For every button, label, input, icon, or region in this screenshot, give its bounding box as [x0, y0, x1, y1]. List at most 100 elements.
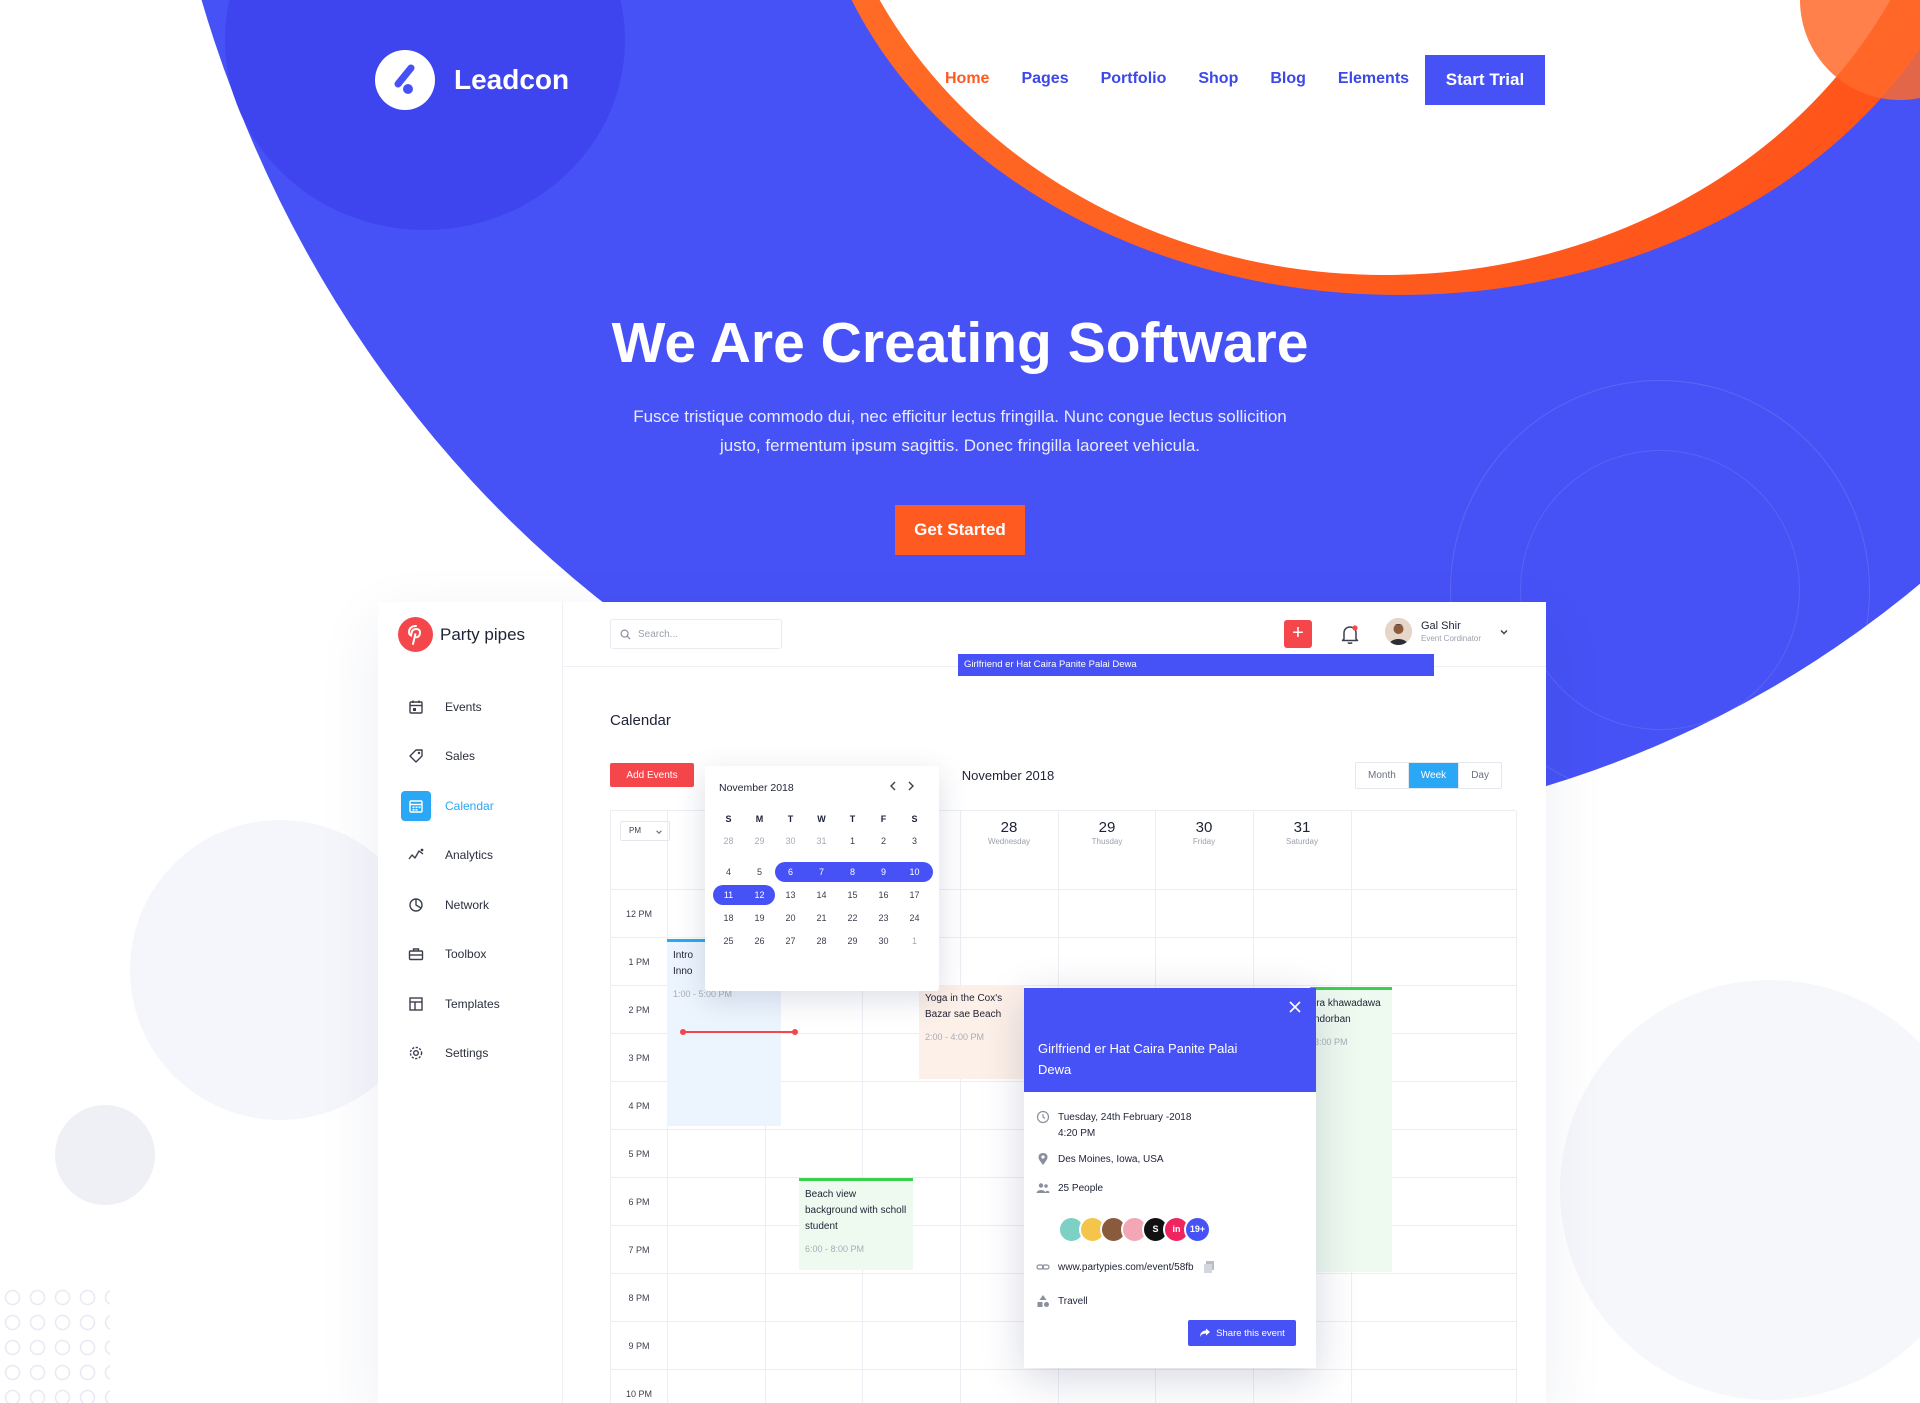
day-header[interactable]: 28 Wednesday: [960, 819, 1058, 846]
day-cell[interactable]: 19: [744, 909, 775, 927]
day-cell[interactable]: 16: [868, 886, 899, 904]
decor-soft-circle: [1560, 980, 1920, 1400]
user-info: Gal Shir Event Cordinator: [1421, 620, 1481, 643]
nav-blog[interactable]: Blog: [1270, 70, 1306, 88]
sidebar-item-analytics[interactable]: Analytics: [401, 839, 500, 872]
day-header[interactable]: 30 Friday: [1155, 819, 1253, 846]
day-cell[interactable]: 1: [837, 832, 868, 850]
day-cell[interactable]: 5: [744, 863, 775, 881]
day-cell[interactable]: 17: [899, 886, 930, 904]
day-cell[interactable]: 30: [868, 932, 899, 950]
notification-bell-icon[interactable]: [1338, 622, 1362, 646]
calendar-event[interactable]: Beach view background with scholl studen…: [799, 1178, 913, 1270]
day-cell[interactable]: 12: [744, 886, 775, 904]
period-select[interactable]: PM: [620, 821, 670, 841]
day-cell[interactable]: 23: [868, 909, 899, 927]
app-brand-name: Party pipes: [440, 624, 526, 644]
clock-icon: [1036, 1110, 1050, 1124]
weekday: T: [787, 814, 794, 824]
chevron-left-icon[interactable]: [885, 778, 901, 794]
day-cell[interactable]: 15: [837, 886, 868, 904]
day-cell[interactable]: 1: [899, 932, 930, 950]
sidebar-item-label: Analytics: [445, 848, 494, 862]
event-link[interactable]: www.partypies.com/event/58fb: [1058, 1260, 1194, 1276]
day-header[interactable]: 31 Saturday: [1253, 819, 1351, 846]
day-cell[interactable]: 29: [744, 832, 775, 850]
add-button[interactable]: +: [1284, 620, 1312, 648]
day-cell[interactable]: 11: [713, 886, 744, 904]
hero-title: We Are Creating Software: [611, 311, 1309, 375]
sidebar-item-settings[interactable]: Settings: [401, 1037, 500, 1070]
calendar-event[interactable]: ira khawadawa ndorban 3:00 PM: [1310, 987, 1392, 1272]
sidebar-item-calendar[interactable]: Calendar: [401, 789, 500, 822]
sidebar-item-events[interactable]: Events: [401, 690, 500, 723]
sidebar-item-sales[interactable]: Sales: [401, 740, 500, 773]
day-cell[interactable]: 13: [775, 886, 806, 904]
nav-shop[interactable]: Shop: [1198, 70, 1238, 88]
day-cell[interactable]: 10: [899, 863, 930, 881]
day-cell[interactable]: 29: [837, 932, 868, 950]
calendar-icon: [401, 692, 431, 722]
app-sidebar: Party pipes Events Sales Calendar Analyt…: [378, 602, 563, 1403]
sidebar-item-label: Calendar: [445, 798, 494, 813]
chevron-right-icon[interactable]: [903, 778, 919, 794]
nav-home[interactable]: Home: [945, 70, 989, 88]
weekday-row: S M T W T F S: [713, 810, 931, 828]
view-day-button[interactable]: Day: [1459, 763, 1501, 788]
day-number: 31: [1293, 819, 1311, 836]
share-event-button[interactable]: Share this event: [1188, 1320, 1296, 1346]
close-icon[interactable]: [1286, 998, 1304, 1016]
pinterest-logo-icon: [398, 617, 433, 652]
calendar-event[interactable]: Yoga in the Cox's Bazar sae Beach 2:00 -…: [919, 985, 1024, 1079]
day-cell[interactable]: 6: [775, 863, 806, 881]
start-trial-button[interactable]: Start Trial: [1425, 55, 1545, 105]
day-cell[interactable]: 14: [806, 886, 837, 904]
day-cell[interactable]: 24: [899, 909, 930, 927]
user-role: Event Cordinator: [1421, 634, 1482, 643]
nav-pages[interactable]: Pages: [1021, 70, 1068, 88]
tag-icon: [401, 741, 431, 771]
nav-elements[interactable]: Elements: [1338, 70, 1409, 88]
day-cell[interactable]: 20: [775, 909, 806, 927]
sidebar-item-label: Sales: [445, 749, 476, 763]
day-cell[interactable]: 28: [806, 932, 837, 950]
day-cell[interactable]: 27: [775, 932, 806, 950]
add-events-button[interactable]: Add Events: [610, 763, 694, 787]
day-cell[interactable]: 21: [806, 909, 837, 927]
event-datetime: Tuesday, 24th February -2018 4:20 PM: [1058, 1110, 1191, 1142]
day-cell[interactable]: 4: [713, 863, 744, 881]
sidebar-item-toolbox[interactable]: Toolbox: [401, 938, 500, 971]
view-month-button[interactable]: Month: [1356, 763, 1409, 788]
day-cell[interactable]: 28: [713, 832, 744, 850]
get-started-button[interactable]: Get Started: [895, 505, 1025, 555]
site-logo[interactable]: Leadcon: [375, 50, 569, 110]
view-week-button[interactable]: Week: [1408, 763, 1460, 788]
day-cell[interactable]: 7: [806, 863, 837, 881]
day-cell[interactable]: 8: [837, 863, 868, 881]
page-title: Calendar: [610, 712, 671, 729]
day-header[interactable]: 29 Thusday: [1058, 819, 1156, 846]
attendee-avatars[interactable]: S in 19+: [1058, 1216, 1211, 1243]
app-brand[interactable]: Party pipes: [398, 617, 525, 652]
day-cell[interactable]: 31: [806, 832, 837, 850]
sidebar-item-network[interactable]: Network: [401, 888, 500, 921]
leadcon-logo-icon: [375, 50, 435, 110]
copy-icon[interactable]: [1202, 1260, 1216, 1274]
day-cell[interactable]: 3: [899, 832, 930, 850]
day-cell[interactable]: 26: [744, 932, 775, 950]
day-cell[interactable]: 30: [775, 832, 806, 850]
mini-calendar: November 2018 S M T W T F S 28 29 30 31 …: [705, 766, 939, 991]
user-menu[interactable]: Gal Shir Event Cordinator: [1385, 618, 1509, 645]
all-day-event[interactable]: Girlfriend er Hat Caira Panite Palai Dew…: [958, 654, 1434, 676]
day-cell[interactable]: 2: [868, 832, 899, 850]
search-input[interactable]: Search...: [610, 619, 782, 649]
period-select-value: PM: [629, 826, 641, 835]
day-cell[interactable]: 18: [713, 909, 744, 927]
nav-portfolio[interactable]: Portfolio: [1101, 70, 1167, 88]
event-date: Tuesday, 24th February -2018: [1058, 1112, 1192, 1123]
day-cell[interactable]: 9: [868, 863, 899, 881]
sidebar-item-templates[interactable]: Templates: [401, 987, 500, 1020]
day-cell[interactable]: 22: [837, 909, 868, 927]
hero-subtitle: Fusce tristique commodo dui, nec efficit…: [620, 402, 1300, 460]
day-cell[interactable]: 25: [713, 932, 744, 950]
